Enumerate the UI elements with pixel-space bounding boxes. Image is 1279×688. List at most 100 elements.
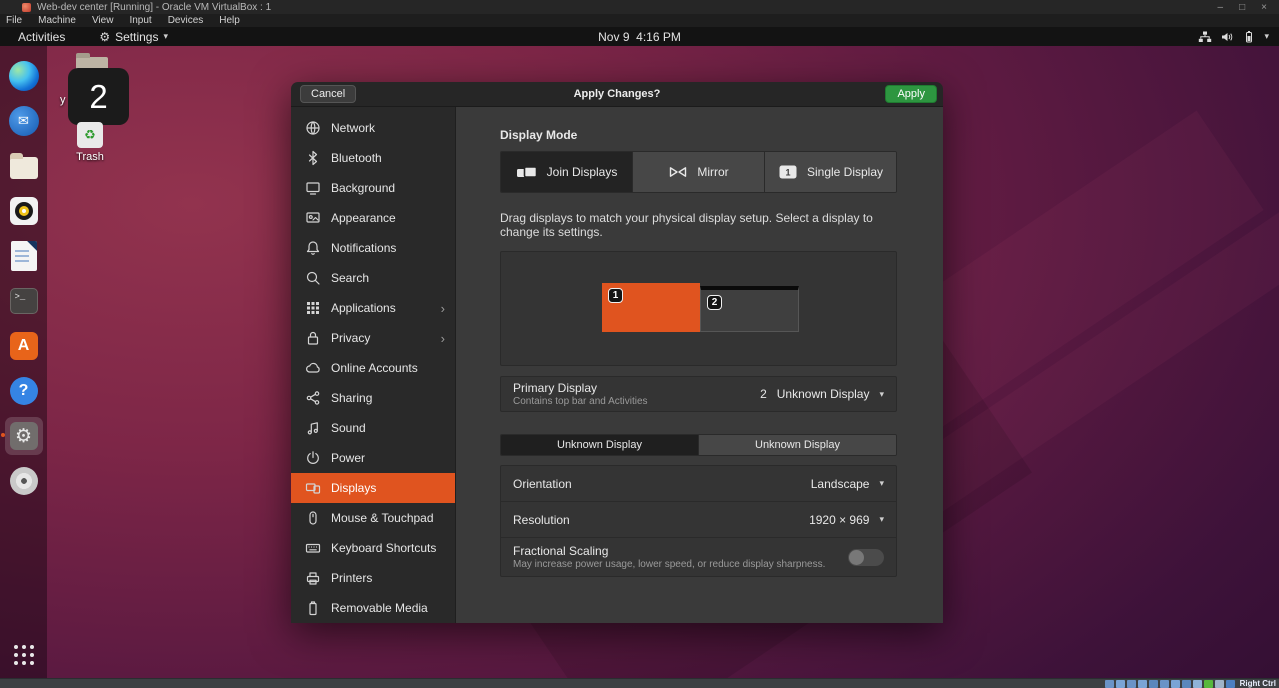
virtualbox-app-icon	[22, 3, 31, 12]
dock-item-thunderbird[interactable]: ✉	[8, 105, 40, 137]
tab-mirror[interactable]: Mirror	[633, 152, 765, 192]
sidebar-item-label: Privacy	[331, 331, 431, 345]
sidebar-item-applications[interactable]: Applications›	[291, 293, 455, 323]
webcam-icon[interactable]	[1160, 680, 1169, 688]
sidebar-item-bluetooth[interactable]: Bluetooth	[291, 143, 455, 173]
dock-item-edge[interactable]	[8, 60, 40, 92]
mouse-integration-icon[interactable]	[1215, 680, 1224, 688]
desktop: ✉>_A?⚙ y 2 ♻ Trash Cancel Apply Changes?…	[0, 46, 1279, 678]
network-icon[interactable]	[1138, 680, 1147, 688]
menu-machine[interactable]: Machine	[38, 15, 76, 26]
minimize-button[interactable]: –	[1218, 2, 1224, 13]
sidebar-item-printers[interactable]: Printers	[291, 563, 455, 593]
tab-join-displays[interactable]: Join Displays	[501, 152, 633, 192]
sidebar-item-notifications[interactable]: Notifications	[291, 233, 455, 263]
show-applications-icon[interactable]	[14, 645, 34, 665]
resolution-dropdown[interactable]: 1920 × 969 ▾	[809, 513, 884, 527]
network-icon	[305, 120, 321, 136]
sidebar-item-sharing[interactable]: Sharing	[291, 383, 455, 413]
sidebar-item-removable-media[interactable]: Removable Media	[291, 593, 455, 623]
maximize-button[interactable]: □	[1239, 2, 1245, 13]
dock-item-files[interactable]	[8, 150, 40, 182]
sidebar-item-online-accounts[interactable]: Online Accounts	[291, 353, 455, 383]
trash-shortcut[interactable]: ♻ Trash	[72, 122, 108, 163]
menu-input[interactable]: Input	[129, 15, 151, 26]
display-icon[interactable]	[1171, 680, 1180, 688]
sidebar-item-displays[interactable]: Displays	[291, 473, 455, 503]
orientation-label: Orientation	[513, 477, 572, 491]
apply-button[interactable]: Apply	[885, 85, 937, 103]
dock-item-libreoffice-writer[interactable]	[8, 240, 40, 272]
vbox-menubar: File Machine View Input Devices Help	[0, 14, 1279, 27]
tab-single-display[interactable]: 1 Single Display	[765, 152, 896, 192]
sidebar-item-mouse[interactable]: Mouse & Touchpad	[291, 503, 455, 533]
sidebar-item-keyboard[interactable]: Keyboard Shortcuts	[291, 533, 455, 563]
sidebar-item-label: Network	[331, 121, 445, 135]
sidebar-item-sound[interactable]: Sound	[291, 413, 455, 443]
sidebar-item-background[interactable]: Background	[291, 173, 455, 203]
cancel-button[interactable]: Cancel	[300, 85, 356, 103]
dock-item-settings[interactable]: ⚙	[8, 420, 40, 452]
activities-button[interactable]: Activities	[12, 30, 71, 44]
single-display-icon: 1	[778, 164, 798, 180]
monitor-1[interactable]: 1	[602, 283, 700, 332]
menu-devices[interactable]: Devices	[168, 15, 204, 26]
fractional-scaling-toggle[interactable]	[848, 549, 884, 566]
sidebar-item-privacy[interactable]: Privacy›	[291, 323, 455, 353]
monitor-2-badge: 2	[707, 295, 722, 310]
monitor-2[interactable]: 2	[700, 286, 799, 332]
display-arrangement-canvas: 1 2	[500, 251, 897, 366]
sidebar-item-search[interactable]: Search	[291, 263, 455, 293]
sidebar-item-label: Sound	[331, 421, 445, 435]
app-menu-button[interactable]: ⚙ Settings ▾	[99, 30, 168, 44]
keyboard-capture-icon[interactable]	[1226, 680, 1235, 688]
audio-icon[interactable]	[1127, 680, 1136, 688]
menu-help[interactable]: Help	[219, 15, 240, 26]
ubuntu-software-icon: A	[10, 332, 38, 360]
dock-item-ubuntu-software[interactable]: A	[8, 330, 40, 362]
trash-icon: ♻	[77, 122, 103, 148]
shared-folders-icon[interactable]	[1182, 680, 1191, 688]
optical-drives-icon[interactable]	[1116, 680, 1125, 688]
features-icon[interactable]	[1204, 680, 1213, 688]
dock-item-rhythmbox[interactable]	[8, 195, 40, 227]
primary-display-dropdown[interactable]: 2 Unknown Display ▾	[760, 387, 884, 401]
caret-down-icon: ▾	[879, 478, 884, 489]
displays-icon	[305, 480, 321, 496]
network-workgroup-icon	[1198, 31, 1212, 43]
dock-item-help[interactable]: ?	[8, 375, 40, 407]
online-accounts-icon	[305, 360, 321, 376]
settings-sidebar: Network BluetoothBackgroundAppearanceNoti…	[291, 107, 456, 623]
tab-display-2[interactable]: Unknown Display	[699, 435, 896, 455]
primary-display-label: Primary Display	[513, 381, 648, 395]
resolution-row[interactable]: Resolution 1920 × 969 ▾	[501, 502, 896, 538]
orientation-dropdown[interactable]: Landscape ▾	[811, 477, 884, 491]
sidebar-item-power[interactable]: Power	[291, 443, 455, 473]
toggle-knob	[849, 550, 864, 565]
fractional-scaling-label: Fractional Scaling	[513, 544, 825, 558]
power-icon	[305, 450, 321, 466]
system-tray[interactable]: ▾	[1198, 30, 1269, 43]
menu-file[interactable]: File	[6, 15, 22, 26]
dock-item-terminal[interactable]: >_	[8, 285, 40, 317]
primary-display-subtitle: Contains top bar and Activities	[513, 396, 648, 407]
recording-icon[interactable]	[1193, 680, 1202, 688]
clock[interactable]: Nov 9 4:16 PM	[598, 30, 681, 44]
sidebar-item-network[interactable]: Network	[291, 113, 455, 143]
active-app-plate	[5, 417, 43, 455]
host-key-label: Right Ctrl	[1237, 679, 1276, 688]
tab-display-1[interactable]: Unknown Display	[501, 435, 699, 455]
primary-display-row[interactable]: Primary Display Contains top bar and Act…	[500, 376, 897, 412]
dock-item-cd[interactable]	[8, 465, 40, 497]
trash-label: Trash	[76, 151, 104, 163]
sidebar-item-label: Online Accounts	[331, 361, 445, 375]
printers-icon	[305, 570, 321, 586]
sidebar-item-appearance[interactable]: Appearance	[291, 203, 455, 233]
volume-icon	[1221, 31, 1234, 43]
caret-down-icon: ▾	[879, 389, 884, 400]
menu-view[interactable]: View	[92, 15, 114, 26]
orientation-row[interactable]: Orientation Landscape ▾	[501, 466, 896, 502]
close-button[interactable]: ×	[1261, 2, 1267, 13]
hard-disks-icon[interactable]	[1105, 680, 1114, 688]
usb-icon[interactable]	[1149, 680, 1158, 688]
